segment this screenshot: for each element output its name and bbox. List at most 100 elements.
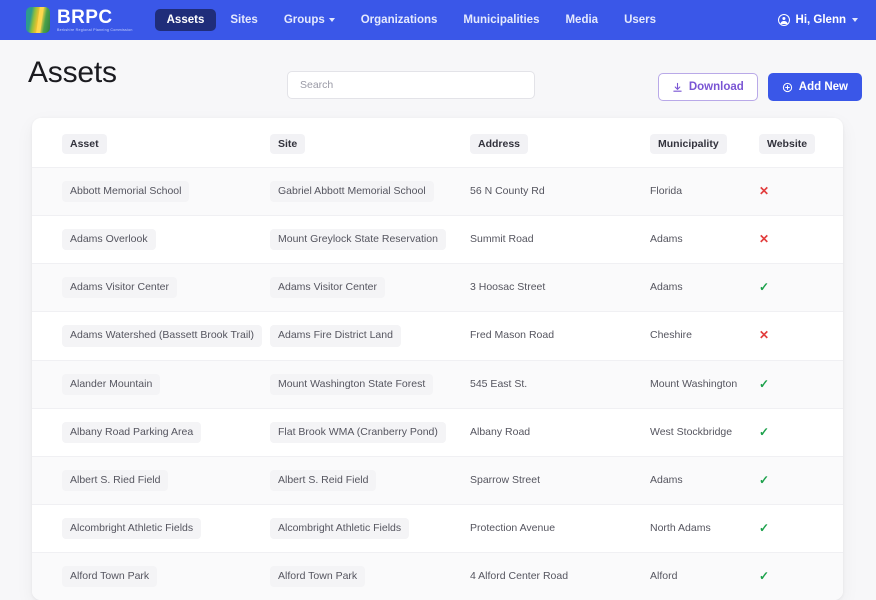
cell-address: 4 Alford Center Road [470,553,650,600]
cell-asset: Adams Watershed (Bassett Brook Trail) [32,312,270,360]
column-header-address[interactable]: Address [470,118,650,168]
cell-municipality: Adams [650,216,745,264]
nav-item-groups-label: Groups [284,14,325,26]
cell-site: Gabriel Abbott Memorial School [270,168,470,216]
table-row[interactable]: Alander Mountain Mount Washington State … [32,360,843,408]
municipality-text: Mount Washington [650,374,737,391]
cell-site: Alcombright Athletic Fields [270,504,470,552]
municipality-text: Alford [650,566,677,583]
nav-item-groups[interactable]: Groups [272,9,347,31]
column-header-municipality[interactable]: Municipality [650,118,745,168]
plus-circle-icon [782,82,793,93]
column-header-address-label: Address [470,134,528,154]
check-icon: ✓ [759,374,769,392]
table-row[interactable]: Adams Visitor Center Adams Visitor Cente… [32,264,843,312]
nav-item-organizations[interactable]: Organizations [349,9,450,31]
user-circle-icon [778,14,790,26]
page-title: Assets [28,56,117,90]
cell-municipality: West Stockbridge [650,408,745,456]
asset-chip: Abbott Memorial School [62,181,189,202]
nav-item-users-label: Users [624,14,656,26]
table-header: Asset Site Address Municipality Website [32,118,843,168]
nav-item-media[interactable]: Media [553,9,610,31]
check-icon: ✓ [759,470,769,488]
municipality-text: Adams [650,277,683,294]
add-new-button[interactable]: Add New [768,73,862,101]
table-row[interactable]: Adams Watershed (Bassett Brook Trail) Ad… [32,312,843,360]
cell-municipality: Mount Washington [650,360,745,408]
cell-address: 56 N County Rd [470,168,650,216]
nav-item-municipalities-label: Municipalities [463,14,539,26]
nav-item-sites-label: Sites [230,14,258,26]
cell-municipality: Alford [650,553,745,600]
cell-website: ✓ [745,408,843,456]
municipality-text: Cheshire [650,325,692,342]
column-header-site-label: Site [270,134,305,154]
cell-address: Protection Avenue [470,504,650,552]
cell-asset: Alford Town Park [32,553,270,600]
cell-site: Adams Fire District Land [270,312,470,360]
address-text: 545 East St. [470,374,527,391]
cross-icon: ✕ [759,181,769,199]
cross-icon: ✕ [759,229,769,247]
cell-address: 3 Hoosac Street [470,264,650,312]
cell-website: ✕ [745,216,843,264]
table-row[interactable]: Albert S. Ried Field Albert S. Reid Fiel… [32,456,843,504]
cell-site: Mount Washington State Forest [270,360,470,408]
cell-asset: Albert S. Ried Field [32,456,270,504]
table-row[interactable]: Abbott Memorial School Gabriel Abbott Me… [32,168,843,216]
cell-asset: Abbott Memorial School [32,168,270,216]
brpc-logo-icon [26,7,50,33]
asset-chip: Albany Road Parking Area [62,422,201,443]
asset-chip: Adams Overlook [62,229,156,250]
asset-chip: Adams Visitor Center [62,277,177,298]
site-chip: Gabriel Abbott Memorial School [270,181,434,202]
site-chip: Adams Fire District Land [270,325,401,346]
column-header-municipality-label: Municipality [650,134,727,154]
table-row[interactable]: Adams Overlook Mount Greylock State Rese… [32,216,843,264]
asset-chip: Alander Mountain [62,374,160,395]
download-button[interactable]: Download [658,73,758,101]
cell-website: ✓ [745,456,843,504]
cell-site: Mount Greylock State Reservation [270,216,470,264]
asset-chip: Alcombright Athletic Fields [62,518,201,539]
nav-item-assets[interactable]: Assets [155,9,217,31]
brand-logo[interactable]: BRPC Berkshire Regional Planning Commiss… [26,7,133,33]
address-text: Albany Road [470,422,530,439]
table-row[interactable]: Alcombright Athletic Fields Alcombright … [32,504,843,552]
site-chip: Alcombright Athletic Fields [270,518,409,539]
cell-address: 545 East St. [470,360,650,408]
cell-address: Summit Road [470,216,650,264]
nav-item-sites[interactable]: Sites [218,9,270,31]
address-text: 3 Hoosac Street [470,277,545,294]
address-text: Fred Mason Road [470,325,554,342]
table-row[interactable]: Alford Town Park Alford Town Park 4 Alfo… [32,553,843,600]
user-menu[interactable]: Hi, Glenn [778,14,858,26]
cell-asset: Adams Visitor Center [32,264,270,312]
cell-website: ✓ [745,553,843,600]
nav-item-users[interactable]: Users [612,9,668,31]
table-row[interactable]: Albany Road Parking Area Flat Brook WMA … [32,408,843,456]
asset-chip: Alford Town Park [62,566,157,587]
nav-item-municipalities[interactable]: Municipalities [451,9,551,31]
column-header-website[interactable]: Website [745,118,843,168]
cell-website: ✕ [745,312,843,360]
cell-asset: Albany Road Parking Area [32,408,270,456]
cell-website: ✓ [745,360,843,408]
cell-website: ✓ [745,264,843,312]
nav-item-media-label: Media [565,14,598,26]
column-header-site[interactable]: Site [270,118,470,168]
site-chip: Adams Visitor Center [270,277,385,298]
cell-site: Adams Visitor Center [270,264,470,312]
cell-municipality: Cheshire [650,312,745,360]
site-chip: Albert S. Reid Field [270,470,376,491]
search-input[interactable] [287,71,535,99]
column-header-website-label: Website [759,134,815,154]
cell-asset: Alander Mountain [32,360,270,408]
table-body: Abbott Memorial School Gabriel Abbott Me… [32,168,843,600]
check-icon: ✓ [759,566,769,584]
site-chip: Alford Town Park [270,566,365,587]
column-header-asset[interactable]: Asset [32,118,270,168]
header-actions: Download Add New [658,73,862,101]
check-icon: ✓ [759,277,769,295]
